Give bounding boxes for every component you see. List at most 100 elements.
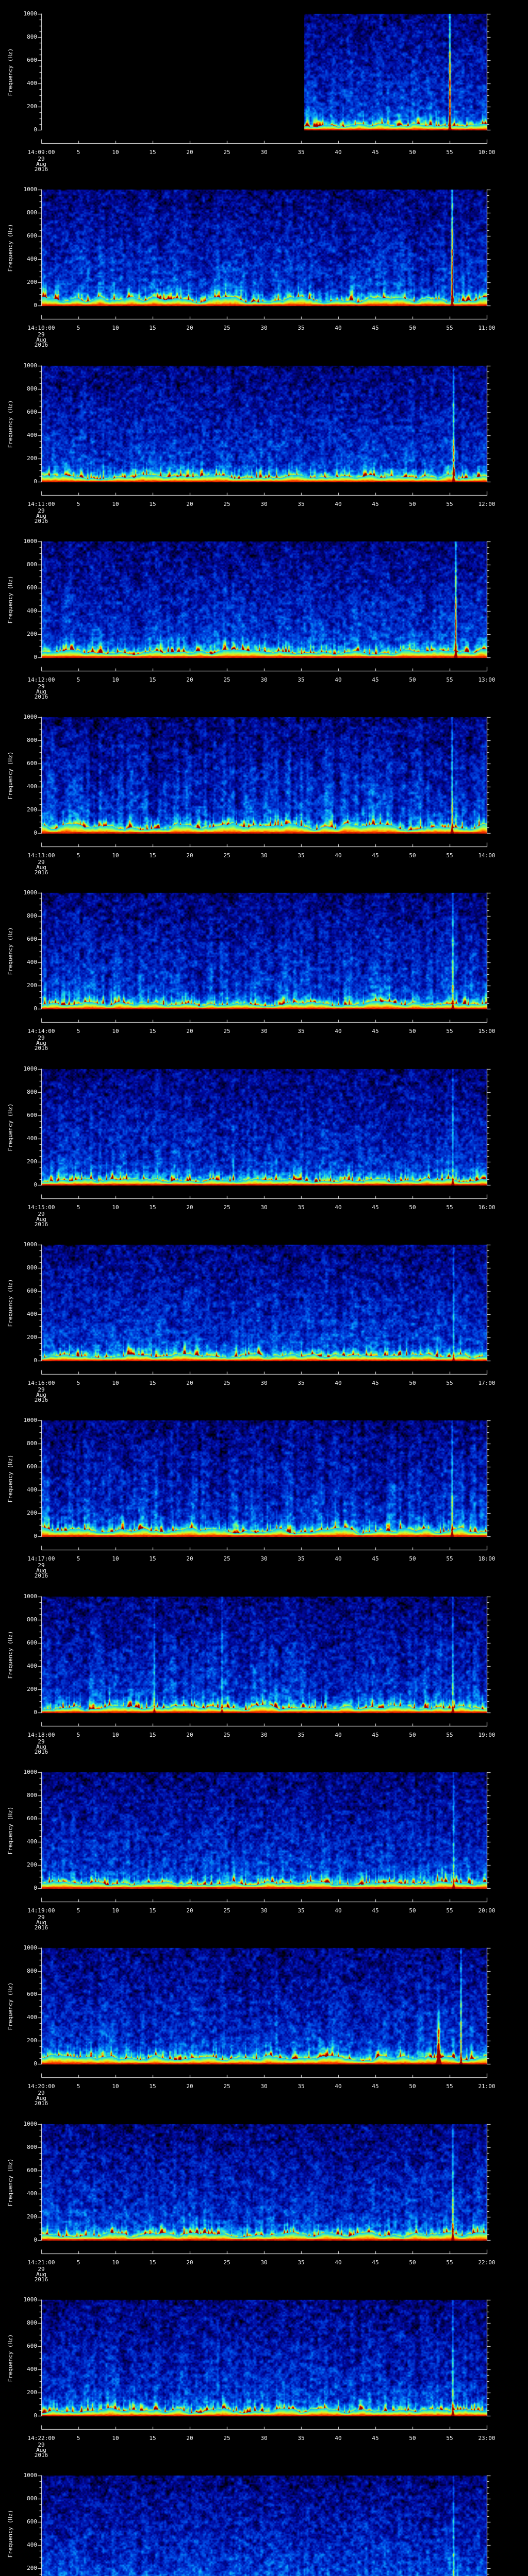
y-tick-label: 0	[34, 2236, 37, 2243]
y-tick-label: 600	[27, 2518, 37, 2525]
y-tick-label: 1000	[23, 362, 38, 369]
x-tick-label: 30	[260, 2435, 268, 2442]
x-tick-label: 5	[76, 676, 80, 683]
x-tick-label: 40	[335, 1907, 342, 1914]
x-tick-label: 45	[372, 2259, 379, 2266]
end-time-label: 21:00	[478, 2083, 496, 2090]
y-tick-label: 800	[27, 737, 37, 743]
y-tick-label: 800	[27, 912, 37, 919]
y-tick-label: 600	[27, 2167, 37, 2174]
x-tick-label: 20	[186, 1028, 193, 1035]
x-tick-label: 15	[149, 325, 156, 331]
date-line: 2016	[34, 869, 48, 876]
x-tick-label: 25	[223, 1028, 230, 1035]
end-time-label: 12:00	[478, 501, 496, 507]
x-tick-label: 5	[76, 1380, 80, 1386]
x-tick-label: 10	[112, 1732, 119, 1738]
x-tick-label: 50	[409, 676, 416, 683]
y-tick-label: 0	[34, 2412, 37, 2419]
start-time-label: 14:12:00	[27, 676, 55, 683]
y-axis-title: Frequency (Hz)	[7, 1982, 14, 2030]
x-tick-label: 25	[223, 1732, 230, 1738]
y-tick-label: 600	[27, 232, 37, 239]
y-tick-label: 200	[27, 279, 37, 285]
y-axis-title: Frequency (Hz)	[7, 1631, 14, 1679]
start-time-label: 14:11:00	[27, 501, 55, 507]
y-axis-title: Frequency (Hz)	[7, 2510, 14, 2558]
x-tick-label: 25	[223, 676, 230, 683]
x-tick-label: 55	[446, 676, 453, 683]
x-tick-label: 5	[76, 325, 80, 331]
start-time-label: 14:17:00	[27, 1555, 55, 1562]
x-tick-label: 40	[335, 1380, 342, 1386]
y-tick-label: 1000	[23, 10, 38, 17]
y-tick-label: 800	[27, 2144, 37, 2150]
y-tick-label: 800	[27, 1440, 37, 1447]
x-tick-label: 55	[446, 1555, 453, 1562]
y-tick-label: 600	[27, 1815, 37, 1822]
y-tick-label: 200	[27, 1158, 37, 1165]
x-tick-label: 30	[260, 1732, 268, 1738]
y-tick-label: 600	[27, 2343, 37, 2349]
start-time-label: 14:14:00	[27, 1028, 55, 1035]
x-tick-label: 25	[223, 501, 230, 507]
y-axis-title: Frequency (Hz)	[7, 224, 14, 272]
y-tick-label: 1000	[23, 1065, 38, 1072]
y-tick-label: 400	[27, 2190, 37, 2197]
y-tick-label: 400	[27, 256, 37, 262]
x-tick-label: 15	[149, 852, 156, 859]
x-tick-label: 30	[260, 2259, 268, 2266]
x-tick-label: 5	[76, 149, 80, 156]
y-tick-label: 200	[27, 982, 37, 989]
y-tick-label: 1000	[23, 2472, 38, 2479]
y-tick-label: 800	[27, 561, 37, 568]
end-time-label: 19:00	[478, 1732, 496, 1738]
x-tick-label: 20	[186, 1380, 193, 1386]
x-tick-label: 40	[335, 676, 342, 683]
y-tick-label: 1000	[23, 1593, 38, 1600]
end-time-label: 10:00	[478, 149, 496, 156]
x-tick-label: 45	[372, 325, 379, 331]
y-tick-label: 200	[27, 1510, 37, 1516]
x-tick-label: 15	[149, 149, 156, 156]
x-tick-label: 20	[186, 1907, 193, 1914]
start-time-label: 14:09:00	[27, 149, 55, 156]
x-tick-label: 25	[223, 2083, 230, 2090]
x-tick-label: 15	[149, 1907, 156, 1914]
x-tick-label: 50	[409, 2083, 416, 2090]
x-tick-label: 35	[298, 1732, 305, 1738]
x-tick-label: 20	[186, 501, 193, 507]
end-time-label: 22:00	[478, 2259, 496, 2266]
x-tick-label: 20	[186, 2083, 193, 2090]
y-tick-label: 1000	[23, 186, 38, 193]
x-tick-label: 20	[186, 676, 193, 683]
y-tick-label: 600	[27, 760, 37, 767]
x-tick-label: 20	[186, 1204, 193, 1211]
x-tick-label: 40	[335, 325, 342, 331]
spectrogram-panel: Frequency (Hz) 0 200 400 600 800 1000 5 10 15 20 2…	[0, 528, 528, 704]
y-axis-title: Frequency (Hz)	[7, 400, 14, 448]
y-tick-label: 400	[27, 607, 37, 614]
x-tick-label: 10	[112, 2435, 119, 2442]
date-line: 2016	[34, 1221, 48, 1228]
y-tick-label: 0	[34, 829, 37, 836]
y-tick-label: 0	[34, 478, 37, 485]
y-tick-label: 800	[27, 1792, 37, 1799]
x-tick-label: 25	[223, 1907, 230, 1914]
date-line: 2016	[34, 518, 48, 524]
y-tick-label: 800	[27, 385, 37, 392]
x-tick-label: 15	[149, 2083, 156, 2090]
x-tick-label: 5	[76, 501, 80, 507]
date-line: 2016	[34, 693, 48, 700]
spectrogram-panel: Frequency (Hz) 0 200 400 600 800 1000 5 10 15 20 2…	[0, 0, 528, 176]
spectrogram-image	[0, 2462, 528, 2576]
x-tick-label: 10	[112, 1380, 119, 1386]
spectrogram-panel: Frequency (Hz) 0 200 400 600 800 1000 5 10 15 20 2…	[0, 1406, 528, 1583]
x-tick-label: 55	[446, 325, 453, 331]
date-line: 2016	[34, 1749, 48, 1755]
y-tick-label: 0	[34, 1885, 37, 1891]
x-tick-label: 10	[112, 1204, 119, 1211]
x-tick-label: 5	[76, 1732, 80, 1738]
x-tick-label: 55	[446, 1732, 453, 1738]
y-axis-title: Frequency (Hz)	[7, 575, 14, 624]
